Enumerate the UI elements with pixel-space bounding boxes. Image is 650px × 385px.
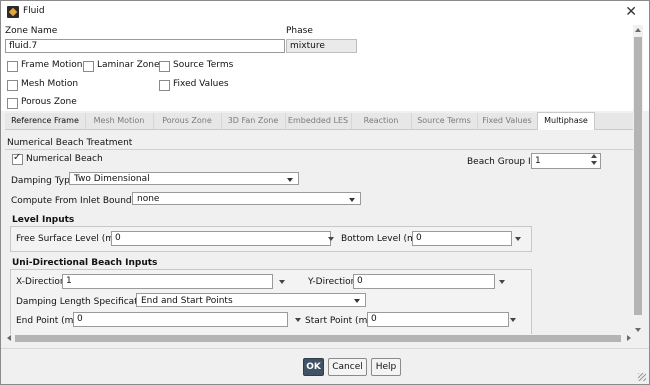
ok-button[interactable]: OK bbox=[303, 358, 324, 376]
damping-type-dropdown[interactable]: Two Dimensional bbox=[69, 172, 299, 185]
y-direction-label: Y-Direction bbox=[308, 277, 357, 287]
title-bar: Fluid ✕ bbox=[1, 1, 649, 23]
tab-reference-frame[interactable]: Reference Frame bbox=[5, 113, 86, 129]
chevron-down-icon bbox=[354, 299, 360, 303]
damping-spec-value: End and Start Points bbox=[141, 296, 233, 306]
mesh-motion-label: Mesh Motion bbox=[21, 79, 79, 89]
fluid-dialog: Fluid ✕ Zone Name fluid.7 Phase mixture … bbox=[0, 0, 650, 385]
tab-bar: Reference Frame Mesh Motion Porous Zone … bbox=[5, 112, 635, 130]
inlet-boundary-value: none bbox=[137, 194, 160, 204]
footer-divider bbox=[1, 348, 649, 349]
tab-embedded-les[interactable]: Embedded LES bbox=[285, 113, 352, 129]
frame-motion-label: Frame Motion bbox=[21, 60, 83, 70]
fixed-values-checkbox[interactable] bbox=[159, 80, 170, 91]
inlet-boundary-dropdown[interactable]: none bbox=[132, 192, 361, 205]
end-point-input[interactable]: 0 bbox=[73, 312, 288, 327]
scroll-down-icon[interactable] bbox=[635, 328, 641, 332]
bottom-level-label: Bottom Level (m) bbox=[341, 234, 420, 244]
fixed-values-label: Fixed Values bbox=[173, 79, 229, 89]
phase-field: mixture bbox=[286, 39, 357, 53]
inlet-boundary-label: Compute From Inlet Boundary bbox=[11, 196, 147, 206]
source-terms-label: Source Terms bbox=[173, 60, 234, 70]
laminar-zone-label: Laminar Zone bbox=[97, 60, 160, 70]
zone-settings: Zone Name fluid.7 Phase mixture Frame Mo… bbox=[1, 23, 649, 111]
damping-spec-label: Damping Length Specification bbox=[16, 297, 152, 307]
tab-3d-fan-zone[interactable]: 3D Fan Zone bbox=[221, 113, 286, 129]
laminar-zone-checkbox[interactable] bbox=[83, 61, 94, 72]
frame-motion-checkbox[interactable] bbox=[7, 61, 18, 72]
bottom-level-input[interactable]: 0 bbox=[412, 231, 512, 246]
zone-name-label: Zone Name bbox=[5, 26, 58, 36]
source-terms-checkbox[interactable] bbox=[159, 61, 170, 72]
spin-up-icon[interactable] bbox=[591, 154, 597, 158]
app-icon bbox=[7, 6, 19, 18]
numerical-beach-checkbox[interactable] bbox=[12, 152, 23, 165]
cancel-button[interactable]: Cancel bbox=[328, 358, 367, 376]
tab-source-terms[interactable]: Source Terms bbox=[411, 113, 478, 129]
end-point-menu-icon[interactable] bbox=[295, 318, 301, 322]
start-point-input[interactable]: 0 bbox=[367, 312, 509, 327]
vertical-scrollbar[interactable] bbox=[633, 25, 643, 335]
scroll-up-icon[interactable] bbox=[635, 28, 641, 32]
tab-porous-zone[interactable]: Porous Zone bbox=[153, 113, 222, 129]
level-inputs-group: Free Surface Level (m) 0 Bottom Level (m… bbox=[10, 226, 532, 252]
tab-multiphase[interactable]: Multiphase bbox=[537, 112, 595, 130]
x-direction-input[interactable]: 1 bbox=[62, 274, 273, 289]
end-point-label: End Point (m) bbox=[16, 316, 77, 326]
damping-type-label: Damping Type bbox=[11, 176, 76, 186]
bottom-level-menu-icon[interactable] bbox=[515, 237, 521, 241]
zone-name-input[interactable]: fluid.7 bbox=[5, 39, 285, 53]
tab-mesh-motion[interactable]: Mesh Motion bbox=[85, 113, 154, 129]
beach-group-id-spinner[interactable] bbox=[589, 153, 599, 167]
resize-grip-icon[interactable] bbox=[638, 373, 646, 381]
porous-zone-checkbox[interactable] bbox=[7, 98, 18, 109]
phase-label: Phase bbox=[286, 26, 313, 36]
help-button[interactable]: Help bbox=[371, 358, 401, 376]
spin-down-icon[interactable] bbox=[591, 161, 597, 165]
level-inputs-title: Level Inputs bbox=[12, 215, 75, 225]
porous-zone-label: Porous Zone bbox=[21, 97, 77, 107]
start-point-label: Start Point (m) bbox=[305, 316, 371, 326]
chevron-down-icon bbox=[349, 198, 355, 202]
close-icon[interactable]: ✕ bbox=[625, 4, 637, 20]
numerical-beach-label: Numerical Beach bbox=[26, 154, 103, 164]
vertical-scroll-thumb[interactable] bbox=[634, 37, 642, 315]
mesh-motion-checkbox[interactable] bbox=[7, 80, 18, 91]
uni-inputs-title: Uni-Directional Beach Inputs bbox=[12, 258, 158, 268]
chevron-down-icon bbox=[287, 178, 293, 182]
scroll-left-icon[interactable] bbox=[7, 335, 11, 341]
free-surface-label: Free Surface Level (m) bbox=[16, 234, 118, 244]
section-divider bbox=[5, 149, 633, 150]
tab-fixed-values[interactable]: Fixed Values bbox=[477, 113, 538, 129]
beach-group-id-label: Beach Group ID bbox=[467, 157, 538, 167]
y-direction-menu-icon[interactable] bbox=[499, 280, 505, 284]
numerical-beach-section-title: Numerical Beach Treatment bbox=[7, 138, 133, 148]
y-direction-input[interactable]: 0 bbox=[353, 274, 495, 289]
horizontal-scroll-thumb[interactable] bbox=[15, 335, 621, 342]
tab-reaction[interactable]: Reaction bbox=[351, 113, 412, 129]
uni-inputs-group: X-Direction 1 Y-Direction 0 Damping Leng… bbox=[10, 269, 532, 335]
free-surface-input[interactable]: 0 bbox=[111, 231, 331, 246]
scroll-right-icon[interactable] bbox=[627, 335, 631, 341]
free-surface-menu-icon[interactable] bbox=[328, 237, 334, 241]
start-point-menu-icon[interactable] bbox=[510, 318, 516, 322]
window-title: Fluid bbox=[23, 6, 45, 16]
x-direction-label: X-Direction bbox=[16, 277, 66, 287]
damping-type-value: Two Dimensional bbox=[74, 174, 150, 184]
x-direction-menu-icon[interactable] bbox=[279, 280, 285, 284]
damping-spec-dropdown[interactable]: End and Start Points bbox=[136, 293, 366, 307]
horizontal-scrollbar[interactable] bbox=[5, 334, 633, 343]
